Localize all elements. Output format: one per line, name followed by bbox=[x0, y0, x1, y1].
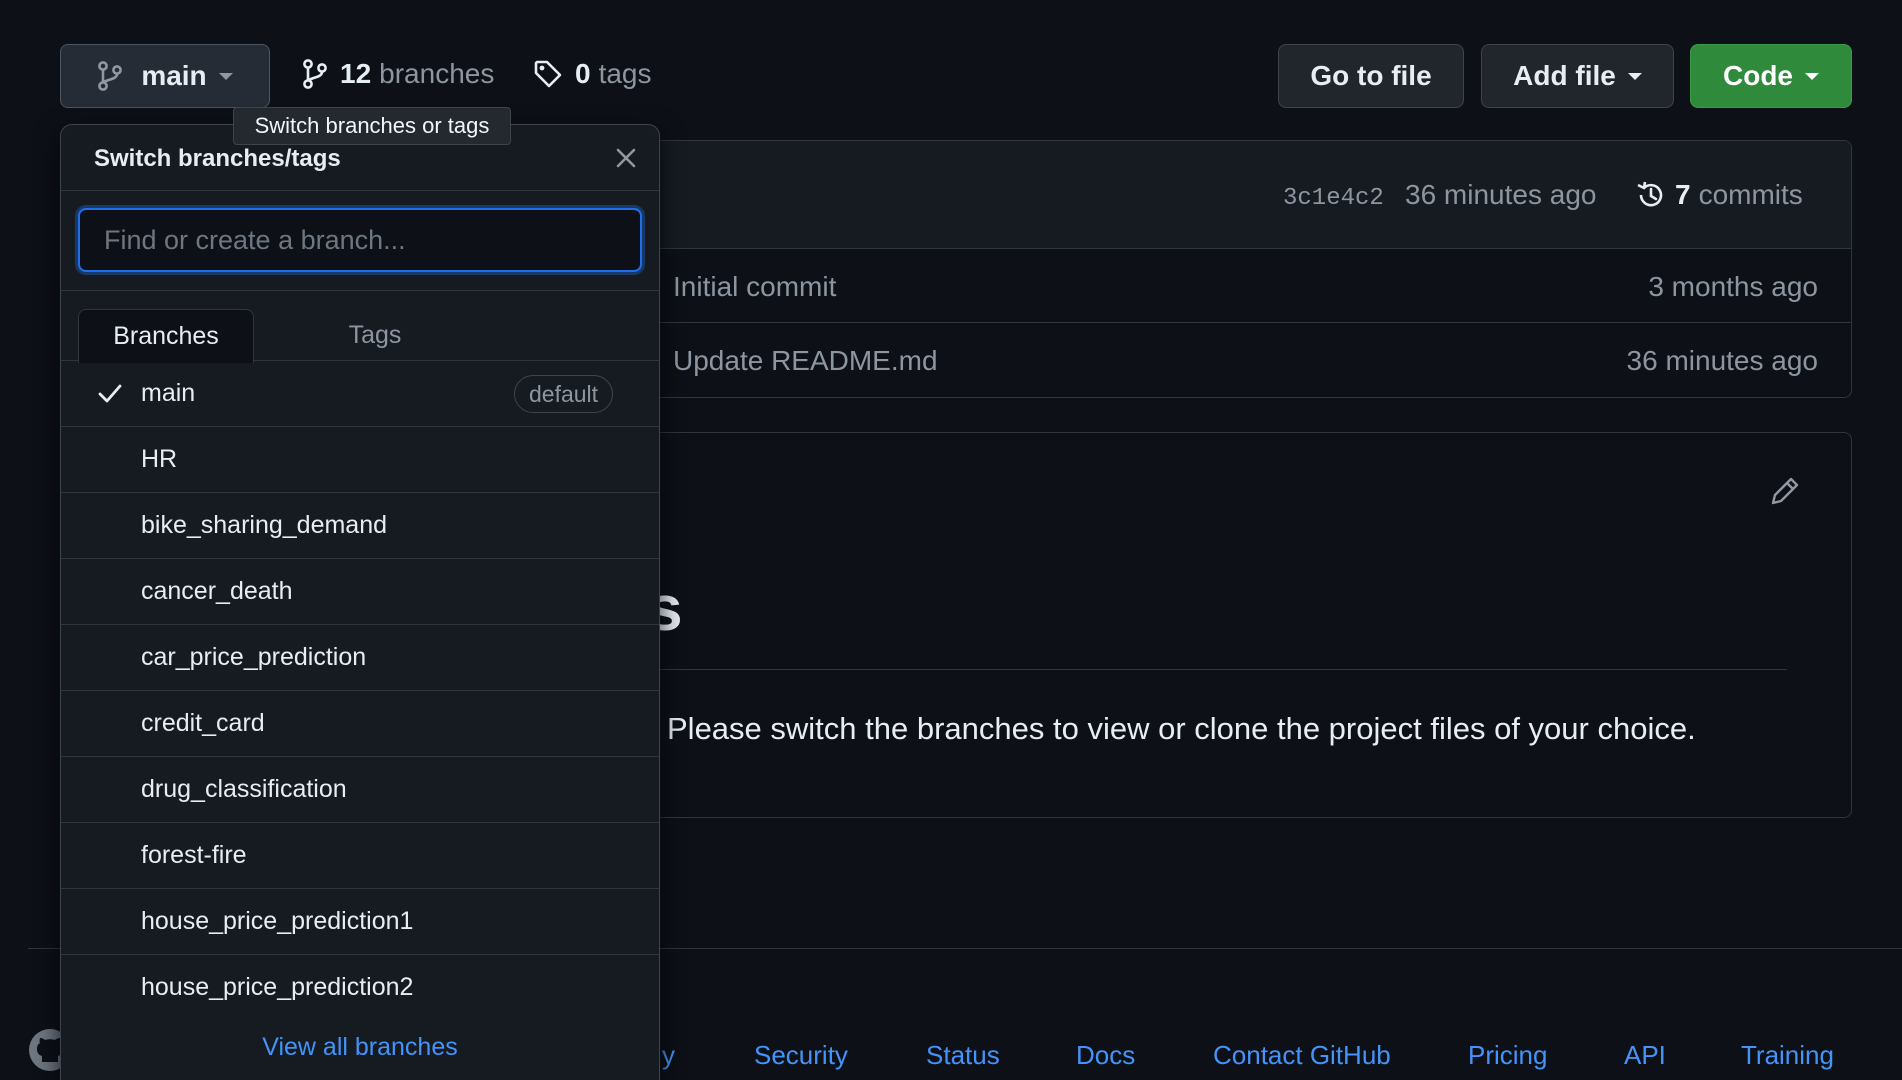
check-icon bbox=[97, 382, 123, 404]
dropdown-tabs: Branches Tags bbox=[61, 291, 659, 363]
footer-link-api[interactable]: API bbox=[1624, 1040, 1666, 1071]
footer-link-status[interactable]: Status bbox=[926, 1040, 1000, 1071]
file-row: Update README.md 36 minutes ago bbox=[653, 323, 1851, 397]
branch-name: car_price_prediction bbox=[141, 643, 367, 671]
tags-label: tags bbox=[598, 58, 652, 89]
file-commit-time: 3 months ago bbox=[1648, 271, 1818, 302]
repo-file-box: 3c1e4c2 36 minutes ago 7 commits Initial… bbox=[652, 140, 1852, 398]
chevron-down-icon bbox=[218, 72, 233, 80]
branch-name: cancer_death bbox=[141, 577, 293, 605]
commits-link[interactable]: 7 commits bbox=[1635, 179, 1803, 211]
branch-item[interactable]: cancer_death bbox=[61, 559, 659, 625]
chevron-down-icon bbox=[1627, 72, 1642, 80]
tags-link[interactable]: 0 tags bbox=[533, 58, 652, 90]
branch-tooltip: Switch branches or tags bbox=[233, 107, 511, 145]
commits-label: commits bbox=[1698, 179, 1803, 210]
tags-count: 0 bbox=[575, 58, 591, 89]
branch-name: bike_sharing_demand bbox=[141, 511, 388, 539]
branch-item[interactable]: car_price_prediction bbox=[61, 625, 659, 691]
view-all-branches-link[interactable]: View all branches bbox=[61, 1033, 659, 1062]
footer-link-docs[interactable]: Docs bbox=[1076, 1040, 1135, 1071]
footer-link-contact[interactable]: Contact GitHub bbox=[1213, 1040, 1391, 1071]
go-to-file-button[interactable]: Go to file bbox=[1278, 44, 1464, 108]
readme-heading-divider bbox=[653, 669, 1787, 670]
tab-tags[interactable]: Tags bbox=[315, 309, 435, 362]
branch-name: main bbox=[141, 379, 196, 407]
default-badge: default bbox=[514, 375, 614, 413]
commit-time: 36 minutes ago bbox=[1405, 179, 1597, 210]
footer-link-training[interactable]: Training bbox=[1741, 1040, 1834, 1071]
branches-label: branches bbox=[379, 58, 495, 89]
readme-body-text: Please switch the branches to view or cl… bbox=[667, 711, 1696, 746]
add-file-button[interactable]: Add file bbox=[1481, 44, 1674, 108]
file-commit-time: 36 minutes ago bbox=[1626, 345, 1818, 376]
tab-branches[interactable]: Branches bbox=[78, 309, 254, 363]
dropdown-title: Switch branches/tags bbox=[94, 145, 341, 172]
code-label: Code bbox=[1723, 60, 1793, 91]
edit-pencil-icon[interactable] bbox=[1769, 473, 1801, 507]
branch-search-input[interactable] bbox=[78, 208, 642, 272]
branch-select-button[interactable]: main bbox=[60, 44, 270, 108]
branch-name: forest-fire bbox=[141, 841, 247, 869]
branch-switcher-dropdown: Switch branches/tags Branches Tags main … bbox=[60, 124, 660, 1080]
footer-link-security[interactable]: Security bbox=[754, 1040, 848, 1071]
history-icon bbox=[1635, 179, 1667, 211]
dropdown-filter bbox=[61, 191, 659, 291]
branch-name: house_price_prediction2 bbox=[141, 973, 414, 1001]
branch-name: house_price_prediction1 bbox=[141, 907, 414, 935]
branch-name: drug_classification bbox=[141, 775, 347, 803]
footer-link-pricing[interactable]: Pricing bbox=[1468, 1040, 1547, 1071]
file-row: Initial commit 3 months ago bbox=[653, 249, 1851, 323]
branch-item[interactable]: house_price_prediction1 bbox=[61, 889, 659, 955]
branch-select-label: main bbox=[141, 60, 207, 91]
add-file-label: Add file bbox=[1513, 60, 1616, 91]
code-button[interactable]: Code bbox=[1690, 44, 1852, 108]
branches-count: 12 bbox=[340, 58, 372, 89]
branch-item[interactable]: forest-fire bbox=[61, 823, 659, 889]
footer-link-partial[interactable]: y bbox=[662, 1040, 675, 1071]
commit-message-link[interactable]: Initial commit bbox=[673, 271, 836, 303]
chevron-down-icon bbox=[1805, 72, 1819, 80]
branches-link[interactable]: 12 branches bbox=[302, 58, 494, 90]
branch-item[interactable]: bike_sharing_demand bbox=[61, 493, 659, 559]
git-branch-icon bbox=[302, 59, 328, 89]
branch-name: HR bbox=[141, 445, 178, 473]
latest-commit-bar: 3c1e4c2 36 minutes ago 7 commits bbox=[653, 141, 1851, 249]
branch-name: credit_card bbox=[141, 709, 265, 737]
commits-count: 7 bbox=[1675, 179, 1691, 210]
branch-item[interactable]: credit_card bbox=[61, 691, 659, 757]
git-branch-icon bbox=[97, 61, 123, 91]
branch-item[interactable]: drug_classification bbox=[61, 757, 659, 823]
commit-hash[interactable]: 3c1e4c2 bbox=[1283, 185, 1384, 212]
go-to-file-label: Go to file bbox=[1310, 60, 1432, 91]
readme-box: s Please switch the branches to view or … bbox=[647, 432, 1852, 818]
tag-icon bbox=[533, 59, 563, 89]
branch-item-main[interactable]: main default bbox=[61, 361, 659, 427]
branch-item[interactable]: HR bbox=[61, 427, 659, 493]
close-icon[interactable] bbox=[615, 147, 637, 169]
branch-item[interactable]: house_price_prediction2 bbox=[61, 955, 659, 1021]
commit-message-link[interactable]: Update README.md bbox=[673, 345, 938, 377]
